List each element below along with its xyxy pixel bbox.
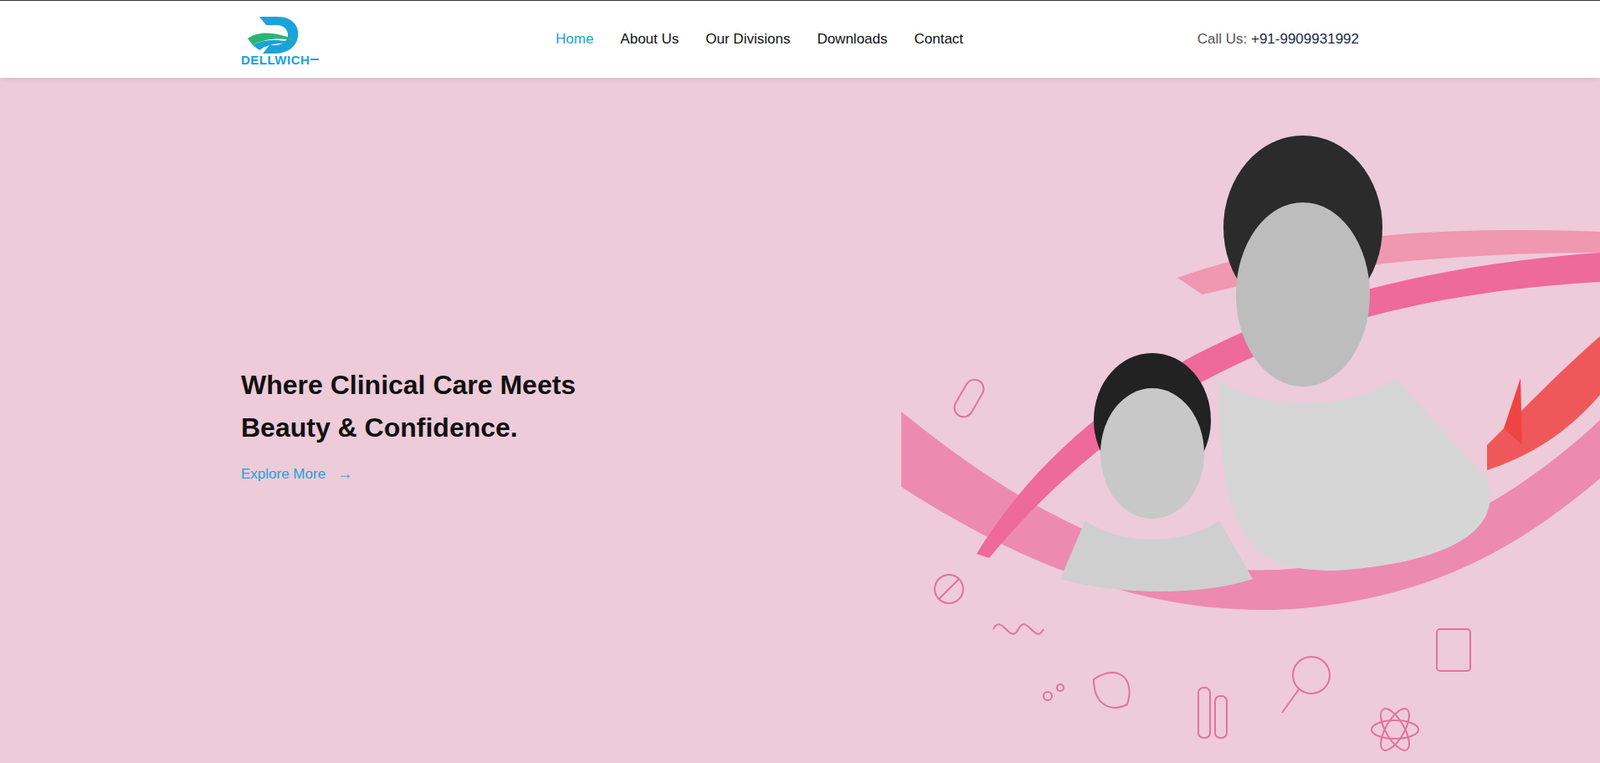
- nav-link[interactable]: Contact: [914, 28, 965, 51]
- main-nav: Home About Us Our Divisions Downloads Contac…: [555, 28, 964, 51]
- hero-illustration: [669, 77, 1600, 763]
- logo[interactable]: DELLWICH: [241, 13, 556, 67]
- call-label: Call Us:: [1197, 30, 1248, 47]
- hero-heading: Where Clinical Care MeetsBeauty & Confid…: [241, 364, 670, 450]
- heading-line: Beauty & Confidence.: [241, 406, 670, 450]
- cta-label[interactable]: Explore More: [241, 463, 326, 486]
- nav-link[interactable]: Our Divisions: [705, 28, 790, 51]
- nav-link[interactable]: Home: [555, 28, 594, 51]
- phone-link[interactable]: +91-9909931992: [1251, 30, 1359, 47]
- logo-mark-icon: [241, 13, 308, 57]
- logo-dash-icon: [310, 58, 319, 61]
- call-info: Call Us: +91-9909931992: [1197, 28, 1359, 51]
- arrow-right-icon[interactable]: →: [337, 462, 353, 486]
- nav-link[interactable]: Downloads: [816, 28, 888, 51]
- nav-link[interactable]: About Us: [620, 28, 679, 51]
- heading-line: Where Clinical Care Meets: [241, 364, 670, 407]
- explore-more-link[interactable]: Explore More →: [241, 462, 670, 486]
- site-header: DELLWICH Home About Us Our Divisions Downlo…: [0, 0, 1600, 78]
- hero-image-icon: [901, 127, 1600, 763]
- logo-text: DELLWICH: [241, 53, 310, 67]
- hero: Where Clinical Care MeetsBeauty & Confid…: [0, 77, 1600, 763]
